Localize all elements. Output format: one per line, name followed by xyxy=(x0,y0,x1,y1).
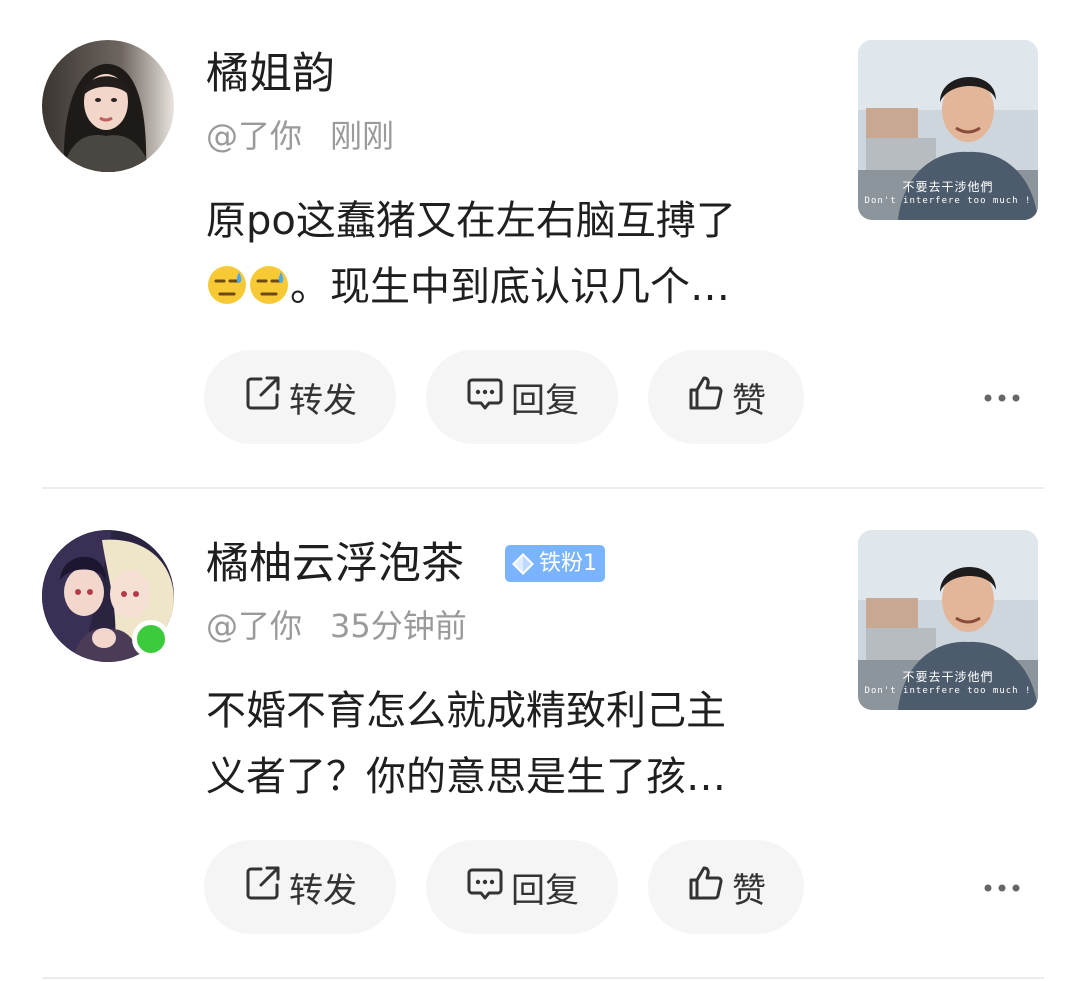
like-label: 赞 xyxy=(732,870,766,911)
like-button[interactable]: 赞 xyxy=(648,350,804,444)
reply-button[interactable]: 回复 xyxy=(426,350,618,444)
mention-handle[interactable]: @了你 xyxy=(206,117,302,155)
like-button[interactable]: 赞 xyxy=(648,840,804,934)
thumbnail-caption-en: Don't interfere too much ! xyxy=(864,196,1032,206)
comment-line: 不婚不育怎么就成精致利己主 xyxy=(206,688,726,734)
comment-item[interactable]: 橘姐韵 @了你 刚刚 原po这蠢猪又在左右脑互搏了 。现生中到底认识几个… 不要… xyxy=(0,0,1080,490)
online-status-dot xyxy=(132,620,170,658)
fan-badge-label: 铁粉1 xyxy=(539,551,597,576)
more-dots-icon[interactable] xyxy=(984,880,1020,894)
comment-icon xyxy=(465,863,505,912)
reply-label: 回复 xyxy=(511,380,579,421)
like-label: 赞 xyxy=(732,380,766,421)
share-icon xyxy=(243,373,283,422)
share-button[interactable]: 转发 xyxy=(204,350,396,444)
reply-thumbnail[interactable]: 不要去干涉他們 Don't interfere too much ! xyxy=(858,40,1038,220)
share-button[interactable]: 转发 xyxy=(204,840,396,934)
thumbs-up-icon xyxy=(686,373,726,422)
divider xyxy=(42,487,1044,489)
comment-line-text: 。现生中到底认识几个… xyxy=(290,264,730,310)
timestamp: 35分钟前 xyxy=(330,607,467,645)
comment-text[interactable]: 不婚不育怎么就成精致利己主 义者了？你的意思是生了孩… xyxy=(206,678,806,810)
comment-meta: @了你 刚刚 xyxy=(206,112,394,160)
username[interactable]: 橘柚云浮泡茶 xyxy=(206,534,464,594)
thumbnail-caption: 不要去干涉他們 xyxy=(902,180,994,194)
username[interactable]: 橘姐韵 xyxy=(206,44,335,104)
share-label: 转发 xyxy=(289,870,357,911)
diamond-icon xyxy=(511,551,535,588)
reply-thumbnail[interactable]: 不要去干涉他們 Don't interfere too much ! xyxy=(858,530,1038,710)
comment-item[interactable]: 橘柚云浮泡茶 铁粉1 @了你 35分钟前 不婚不育怎么就成精致利己主 义者了？你的… xyxy=(0,490,1080,980)
reply-label: 回复 xyxy=(511,870,579,911)
reply-button[interactable]: 回复 xyxy=(426,840,618,934)
more-dots-icon[interactable] xyxy=(984,390,1020,404)
comment-meta: @了你 35分钟前 xyxy=(206,602,467,650)
sweat-emoji-icon xyxy=(206,260,248,326)
comment-icon xyxy=(465,373,505,422)
avatar[interactable] xyxy=(42,40,174,172)
comment-line: 原po这蠢猪又在左右脑互搏了 xyxy=(206,198,736,244)
fan-badge[interactable]: 铁粉1 xyxy=(505,545,605,582)
thumbnail-caption-en: Don't interfere too much ! xyxy=(864,686,1032,696)
timestamp: 刚刚 xyxy=(330,117,395,155)
sweat-emoji-icon xyxy=(248,260,290,326)
comment-line: 义者了？你的意思是生了孩… xyxy=(206,754,726,800)
comment-text[interactable]: 原po这蠢猪又在左右脑互搏了 。现生中到底认识几个… xyxy=(206,188,806,326)
share-icon xyxy=(243,863,283,912)
comment-line: 。现生中到底认识几个… xyxy=(206,254,806,326)
thumbs-up-icon xyxy=(686,863,726,912)
thumbnail-caption: 不要去干涉他們 xyxy=(902,670,994,684)
divider xyxy=(42,977,1044,979)
mention-handle[interactable]: @了你 xyxy=(206,607,302,645)
share-label: 转发 xyxy=(289,380,357,421)
